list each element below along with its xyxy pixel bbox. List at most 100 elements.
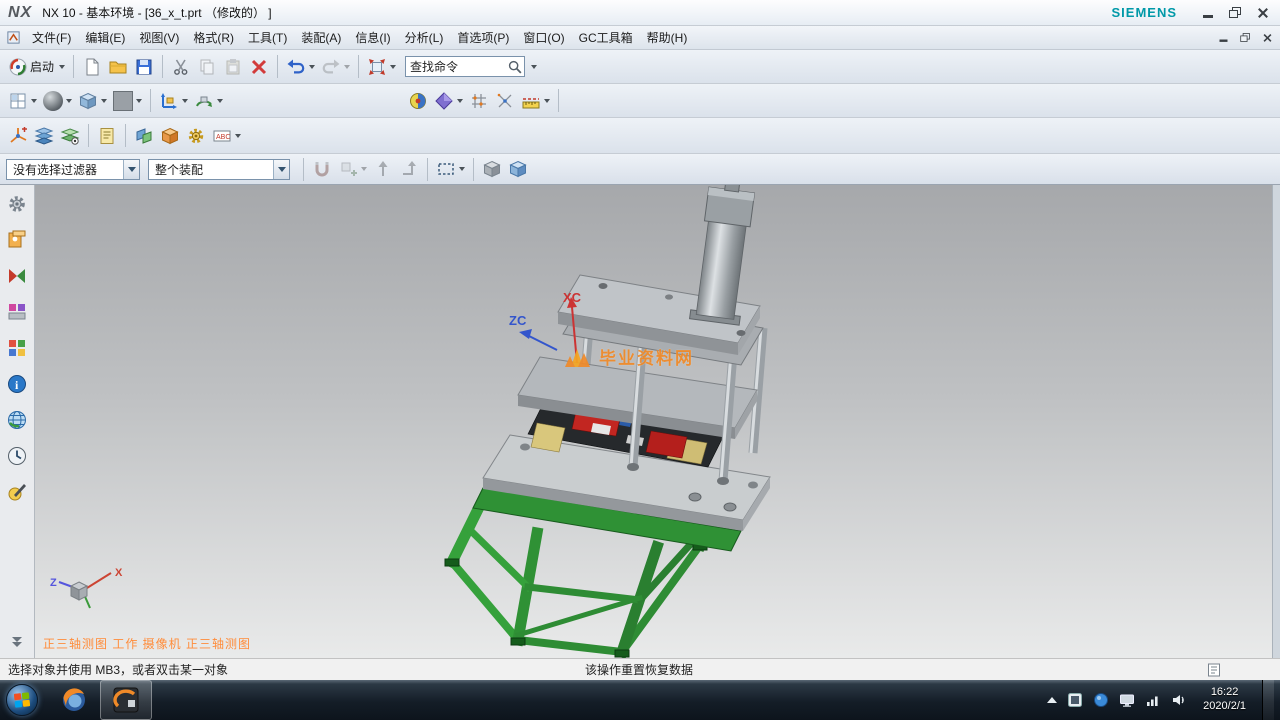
- child-restore-icon[interactable]: [1240, 33, 1250, 42]
- child-close-icon[interactable]: [1263, 33, 1272, 42]
- internet-globe-icon[interactable]: [6, 409, 28, 431]
- orange-cube-icon: [160, 126, 180, 146]
- new-file-button[interactable]: [79, 53, 105, 80]
- menu-item-file[interactable]: 文件(F): [25, 26, 78, 49]
- search-icon[interactable]: [506, 58, 524, 76]
- snap-magnet-button[interactable]: [309, 156, 335, 183]
- command-finder-input[interactable]: [406, 58, 506, 75]
- assembly-navigator-icon[interactable]: [6, 265, 28, 287]
- constraint-navigator-icon[interactable]: [6, 301, 28, 323]
- close-button-icon[interactable]: [1257, 7, 1268, 18]
- selection-scope-dropdown[interactable]: 整个装配: [148, 159, 290, 180]
- network-icon[interactable]: [1145, 692, 1161, 708]
- show-hide-gray-button[interactable]: [479, 156, 505, 183]
- copy-icon: [197, 57, 217, 77]
- menu-item-analysis[interactable]: 分析(L): [398, 26, 451, 49]
- copy-button[interactable]: [194, 53, 220, 80]
- note-icon: [97, 126, 117, 146]
- arrow-corner-icon: [399, 159, 419, 179]
- move-up-assembly-button[interactable]: [370, 156, 396, 183]
- info-icon[interactable]: i: [6, 373, 28, 395]
- chevron-down-icon: [101, 99, 107, 103]
- datum-csys-icon: [8, 126, 28, 146]
- volume-icon[interactable]: [1171, 692, 1187, 708]
- menu-item-assemblies[interactable]: 装配(A): [294, 26, 348, 49]
- shaded-with-edges-button[interactable]: [431, 87, 466, 114]
- nx-application-window: NX NX 10 - 基本环境 - [36_x_t.prt （修改的） ] SI…: [0, 0, 1280, 720]
- search-options-button[interactable]: [525, 53, 540, 80]
- display-mode-button[interactable]: [40, 87, 75, 114]
- chevron-down-icon: [459, 167, 465, 171]
- sidebar-collapse-chevron-icon[interactable]: [6, 630, 28, 652]
- menu-item-view[interactable]: 视图(V): [132, 26, 186, 49]
- menu-item-gc-toolbox[interactable]: GC工具箱: [572, 26, 640, 49]
- hidden-icons-chevron[interactable]: [1047, 697, 1057, 703]
- safety-ball-icon[interactable]: [1093, 692, 1109, 708]
- restore-button-icon[interactable]: [1229, 7, 1241, 18]
- menu-item-preferences[interactable]: 首选项(P): [450, 26, 516, 49]
- show-hide-blue-button[interactable]: [505, 156, 531, 183]
- taskbar-browser-button[interactable]: [48, 680, 100, 720]
- display-icon[interactable]: [1119, 692, 1135, 708]
- previous-selection-button[interactable]: [396, 156, 422, 183]
- orient-view-button[interactable]: [156, 87, 191, 114]
- rotate-view-button[interactable]: [191, 87, 226, 114]
- open-file-button[interactable]: [105, 53, 131, 80]
- menu-item-help[interactable]: 帮助(H): [640, 26, 695, 49]
- selection-filter-dropdown[interactable]: 没有选择过滤器: [6, 159, 140, 180]
- highlight-button[interactable]: [335, 156, 370, 183]
- ruler-icon: [521, 91, 541, 111]
- status-message: 该操作重置恢复数据: [585, 661, 1206, 678]
- marquee-select-button[interactable]: [433, 156, 468, 183]
- menu-item-window[interactable]: 窗口(O): [516, 26, 571, 49]
- clock-date: 2020/2/1: [1203, 700, 1246, 714]
- chevron-down-icon: [390, 65, 396, 69]
- rendering-style-button[interactable]: [405, 87, 431, 114]
- extrude-button[interactable]: [157, 122, 183, 149]
- information-note-button[interactable]: [94, 122, 120, 149]
- gear-icon[interactable]: [6, 193, 28, 215]
- status-prompt: 选择对象并使用 MB3，或者双击某一对象: [0, 661, 585, 678]
- delete-button[interactable]: [246, 53, 272, 80]
- undo-button[interactable]: [283, 53, 318, 80]
- cut-button[interactable]: [168, 53, 194, 80]
- layer-visible-button[interactable]: [57, 122, 83, 149]
- 3d-model-press-fixture[interactable]: ZC XC: [425, 185, 825, 658]
- datum-csys-button[interactable]: [5, 122, 31, 149]
- layer-settings-button[interactable]: [31, 122, 57, 149]
- gray-cube-icon: [482, 159, 502, 179]
- taskbar-nx-button[interactable]: [100, 680, 152, 720]
- roles-icon[interactable]: [6, 229, 28, 251]
- annotation-abc-button[interactable]: ABC: [209, 122, 244, 149]
- snap-point-2-button[interactable]: [492, 87, 518, 114]
- start-menu-button[interactable]: 启动: [5, 53, 68, 80]
- menu-item-information[interactable]: 信息(I): [348, 26, 397, 49]
- materials-pen-icon[interactable]: [6, 481, 28, 503]
- history-clock-icon[interactable]: [6, 445, 28, 467]
- show-desktop-button[interactable]: [1262, 680, 1274, 720]
- child-minimize-icon[interactable]: [1220, 39, 1228, 41]
- shaded-view-button[interactable]: [75, 87, 110, 114]
- snap-point-button[interactable]: [466, 87, 492, 114]
- measure-distance-button[interactable]: [518, 87, 553, 114]
- view-layout-button[interactable]: [5, 87, 40, 114]
- background-color-button[interactable]: [110, 87, 145, 114]
- status-clipboard-icon[interactable]: [1206, 662, 1222, 678]
- menu-item-tools[interactable]: 工具(T): [241, 26, 294, 49]
- menu-item-edit[interactable]: 编辑(E): [78, 26, 132, 49]
- graphics-viewport[interactable]: ZC XC 毕业资料网 X: [35, 185, 1272, 658]
- reuse-library-icon[interactable]: [6, 337, 28, 359]
- minimize-button-icon[interactable]: [1203, 15, 1213, 18]
- move-face-button[interactable]: [131, 122, 157, 149]
- touch-mode-button[interactable]: [364, 53, 399, 80]
- save-button[interactable]: [131, 53, 157, 80]
- taskbar-clock[interactable]: 16:22 2020/2/1: [1203, 686, 1246, 714]
- paste-button[interactable]: [220, 53, 246, 80]
- ime-indicator-icon[interactable]: [1067, 692, 1083, 708]
- system-tray: 16:22 2020/2/1: [1047, 680, 1280, 720]
- feature-gear-button[interactable]: [183, 122, 209, 149]
- menubar-app-icon: [6, 30, 21, 45]
- start-button[interactable]: [6, 684, 38, 716]
- redo-button[interactable]: [318, 53, 353, 80]
- menu-item-format[interactable]: 格式(R): [186, 26, 241, 49]
